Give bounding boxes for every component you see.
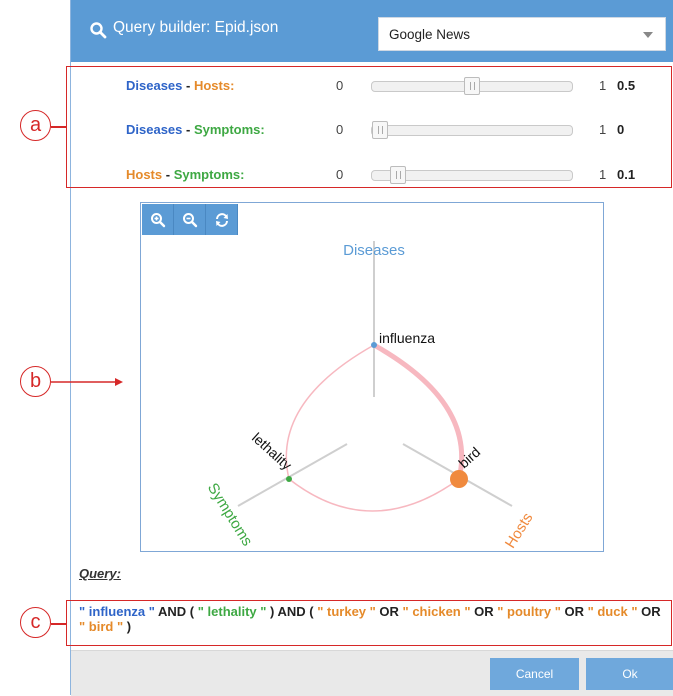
edge-influenza-bird (372, 342, 465, 480)
dialog-titlebar: Query builder: Epid.json Google News (71, 0, 673, 62)
dialog-title: Query builder: Epid.json (113, 19, 279, 36)
search-icon (90, 22, 107, 39)
axis-label-symptoms: Symptoms (204, 480, 256, 549)
node-influenza[interactable] (371, 342, 377, 348)
annotation-arrow-b (51, 378, 123, 386)
annotation-label-c: c (20, 607, 51, 638)
query-label: Query: (79, 566, 121, 581)
tripartite-graph: Diseases Hosts Symptoms influenza lethal… (204, 241, 537, 551)
symptoms-axis (237, 443, 348, 507)
edge-lethality-bird (288, 478, 460, 512)
graph-panel[interactable]: Diseases Hosts Symptoms influenza lethal… (140, 202, 604, 552)
cancel-button[interactable]: Cancel (490, 658, 579, 690)
annotation-connector-a (51, 126, 66, 128)
node-label-lethality: lethality (249, 429, 295, 473)
ok-button[interactable]: Ok (586, 658, 673, 690)
edge-influenza-lethality (285, 344, 375, 480)
node-label-influenza: influenza (379, 330, 435, 346)
annotation-label-b: b (20, 366, 51, 397)
source-select-value: Google News (389, 27, 471, 42)
annotation-box-a (66, 66, 672, 188)
annotation-box-c (66, 600, 672, 646)
chevron-down-icon (643, 32, 653, 38)
annotation-label-a: a (20, 110, 51, 141)
axis-label-hosts: Hosts (502, 510, 537, 551)
axis-label-diseases: Diseases (343, 242, 405, 259)
annotation-connector-c (51, 623, 66, 625)
dialog-footer: Cancel Ok (71, 650, 673, 696)
source-select[interactable]: Google News (378, 17, 666, 51)
node-lethality[interactable] (286, 476, 292, 482)
node-bird[interactable] (450, 470, 468, 488)
